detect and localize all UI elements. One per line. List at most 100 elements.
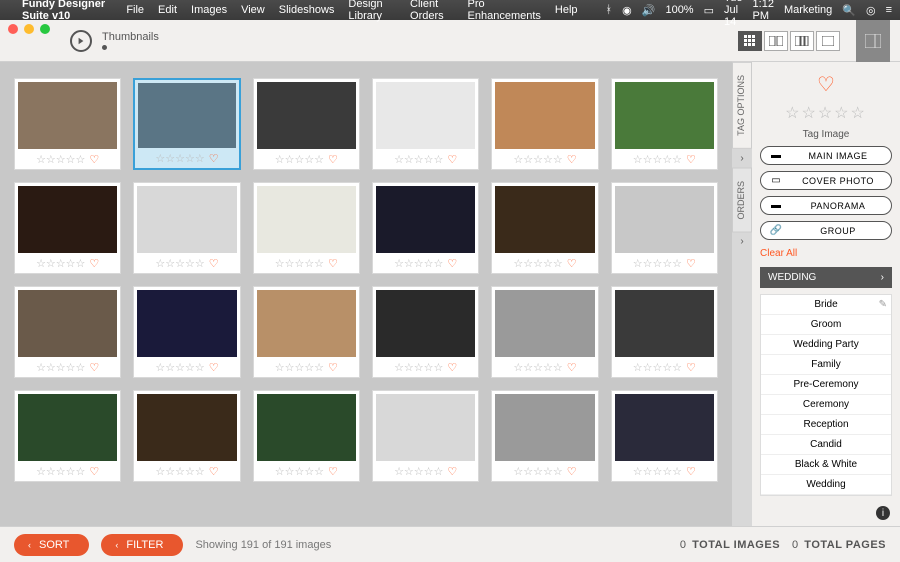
heart-icon[interactable]: ♡ — [686, 465, 696, 478]
thumbnail-rating[interactable]: ☆☆☆☆☆ ♡ — [373, 461, 478, 481]
thumbnail[interactable]: ☆☆☆☆☆ ♡ — [14, 182, 121, 274]
thumbnail-rating[interactable]: ☆☆☆☆☆ ♡ — [15, 461, 120, 481]
heart-icon[interactable]: ♡ — [328, 153, 338, 166]
category-item[interactable]: Bride✎ — [761, 295, 891, 315]
wifi-icon[interactable]: ◉ — [622, 4, 632, 17]
thumbnail-image[interactable] — [495, 290, 594, 357]
category-header[interactable]: WEDDING › — [760, 267, 892, 288]
thumbnail[interactable]: ☆☆☆☆☆ ♡ — [491, 182, 598, 274]
menu-view[interactable]: View — [241, 4, 265, 16]
chevron-right-icon[interactable]: › — [732, 149, 752, 168]
thumbnail-rating[interactable]: ☆☆☆☆☆ ♡ — [254, 253, 359, 273]
thumbnail-image[interactable] — [138, 83, 235, 148]
category-item[interactable]: Groom — [761, 315, 891, 335]
category-item[interactable]: Ceremony — [761, 395, 891, 415]
volume-icon[interactable]: 🔊 — [642, 4, 656, 17]
category-item[interactable]: Wedding — [761, 475, 891, 495]
category-item[interactable]: Black & White — [761, 455, 891, 475]
menu-client-orders[interactable]: Client Orders — [410, 0, 454, 22]
view-grid[interactable] — [738, 31, 762, 51]
thumbnail-rating[interactable]: ☆☆☆☆☆ ♡ — [492, 461, 597, 481]
thumbnail-rating[interactable]: ☆☆☆☆☆ ♡ — [254, 357, 359, 377]
thumbnail-image[interactable] — [18, 186, 117, 253]
menu-file[interactable]: File — [126, 4, 144, 16]
thumbnail[interactable]: ☆☆☆☆☆ ♡ — [372, 78, 479, 170]
thumbnail-image[interactable] — [615, 290, 714, 357]
category-item[interactable]: Pre-Ceremony — [761, 375, 891, 395]
view-single[interactable] — [816, 31, 840, 51]
thumbnail-image[interactable] — [615, 186, 714, 253]
minimize-window[interactable] — [24, 24, 34, 34]
thumbnail-image[interactable] — [495, 394, 594, 461]
tag-group[interactable]: 🔗 GROUP — [760, 221, 892, 240]
tag-panorama[interactable]: ▬ PANORAMA — [760, 196, 892, 215]
favorite-heart-icon[interactable]: ♡ — [760, 72, 892, 97]
thumbnail-image[interactable] — [376, 186, 475, 253]
heart-icon[interactable]: ♡ — [209, 257, 219, 270]
info-icon[interactable]: i — [876, 506, 890, 520]
edit-icon[interactable]: ✎ — [879, 299, 887, 310]
thumbnail[interactable]: ☆☆☆☆☆ ♡ — [14, 286, 121, 378]
thumbnail-rating[interactable]: ☆☆☆☆☆ ♡ — [15, 149, 120, 169]
thumbnail[interactable]: ☆☆☆☆☆ ♡ — [372, 182, 479, 274]
menu-edit[interactable]: Edit — [158, 4, 177, 16]
menu-pro-enhancements[interactable]: Pro Enhancements — [468, 0, 541, 22]
thumbnail[interactable]: ☆☆☆☆☆ ♡ — [372, 286, 479, 378]
heart-icon[interactable]: ♡ — [686, 361, 696, 374]
date[interactable]: Tue Jul 14 — [724, 0, 743, 28]
panel-toggle[interactable] — [856, 20, 890, 62]
thumbnail[interactable]: ☆☆☆☆☆ ♡ — [253, 78, 360, 170]
thumbnail[interactable]: ☆☆☆☆☆ ♡ — [372, 390, 479, 482]
heart-icon[interactable]: ♡ — [209, 465, 219, 478]
thumbnail[interactable]: ☆☆☆☆☆ ♡ — [133, 390, 240, 482]
heart-icon[interactable]: ♡ — [686, 153, 696, 166]
thumbnail-rating[interactable]: ☆☆☆☆☆ ♡ — [612, 253, 717, 273]
thumbnail[interactable]: ☆☆☆☆☆ ♡ — [133, 78, 240, 170]
category-item[interactable]: Candid — [761, 435, 891, 455]
thumbnail[interactable]: ☆☆☆☆☆ ♡ — [611, 182, 718, 274]
rating-stars[interactable]: ☆☆☆☆☆ — [760, 103, 892, 123]
menu-help[interactable]: Help — [555, 4, 578, 16]
thumbnail[interactable]: ☆☆☆☆☆ ♡ — [14, 390, 121, 482]
heart-icon[interactable]: ♡ — [328, 361, 338, 374]
thumbnail-image[interactable] — [257, 186, 356, 253]
thumbnail[interactable]: ☆☆☆☆☆ ♡ — [14, 78, 121, 170]
thumbnail[interactable]: ☆☆☆☆☆ ♡ — [611, 390, 718, 482]
category-item[interactable]: Wedding Party — [761, 335, 891, 355]
thumbnail-rating[interactable]: ☆☆☆☆☆ ♡ — [15, 253, 120, 273]
thumbnail-rating[interactable]: ☆☆☆☆☆ ♡ — [492, 253, 597, 273]
thumbnail[interactable]: ☆☆☆☆☆ ♡ — [253, 286, 360, 378]
tag-main-image[interactable]: ▬ MAIN IMAGE — [760, 146, 892, 165]
thumbnail-image[interactable] — [18, 290, 117, 357]
heart-icon[interactable]: ♡ — [447, 465, 457, 478]
heart-icon[interactable]: ♡ — [89, 465, 99, 478]
thumbnail-image[interactable] — [137, 394, 236, 461]
maximize-window[interactable] — [40, 24, 50, 34]
heart-icon[interactable]: ♡ — [447, 361, 457, 374]
heart-icon[interactable]: ♡ — [209, 361, 219, 374]
thumbnail-rating[interactable]: ☆☆☆☆☆ ♡ — [135, 148, 238, 168]
thumbnail-rating[interactable]: ☆☆☆☆☆ ♡ — [15, 357, 120, 377]
thumbnail[interactable]: ☆☆☆☆☆ ♡ — [133, 182, 240, 274]
thumbnail[interactable]: ☆☆☆☆☆ ♡ — [253, 182, 360, 274]
thumbnail-image[interactable] — [257, 394, 356, 461]
thumbnail-rating[interactable]: ☆☆☆☆☆ ♡ — [492, 149, 597, 169]
thumbnail-rating[interactable]: ☆☆☆☆☆ ♡ — [134, 253, 239, 273]
thumbnail-image[interactable] — [376, 82, 475, 149]
heart-icon[interactable]: ♡ — [567, 257, 577, 270]
menu-slideshows[interactable]: Slideshows — [279, 4, 335, 16]
thumbnail-rating[interactable]: ☆☆☆☆☆ ♡ — [373, 253, 478, 273]
heart-icon[interactable]: ♡ — [89, 257, 99, 270]
thumbnail[interactable]: ☆☆☆☆☆ ♡ — [611, 78, 718, 170]
thumbnail-image[interactable] — [18, 82, 117, 149]
view-compare[interactable] — [764, 31, 788, 51]
heart-icon[interactable]: ♡ — [447, 153, 457, 166]
thumbnail-image[interactable] — [376, 394, 475, 461]
bluetooth-icon[interactable]: ᚼ — [606, 4, 613, 16]
heart-icon[interactable]: ♡ — [567, 465, 577, 478]
thumbnail-image[interactable] — [137, 186, 236, 253]
view-spread[interactable] — [790, 31, 814, 51]
heart-icon[interactable]: ♡ — [89, 361, 99, 374]
heart-icon[interactable]: ♡ — [328, 257, 338, 270]
heart-icon[interactable]: ♡ — [567, 153, 577, 166]
